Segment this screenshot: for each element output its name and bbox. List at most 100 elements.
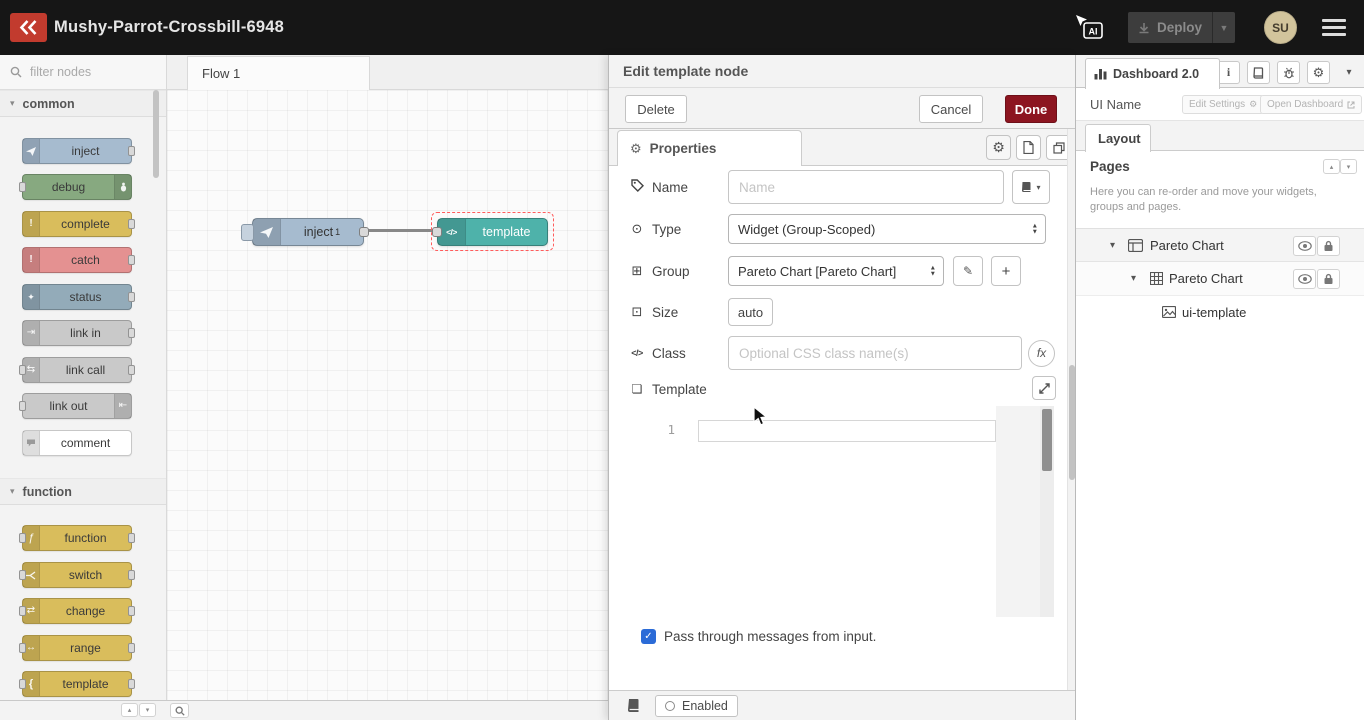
flow-canvas[interactable]: Flow 1 inject 1 </> template bbox=[167, 55, 608, 700]
search-flows-button[interactable] bbox=[170, 703, 189, 718]
visibility-button[interactable] bbox=[1293, 236, 1316, 256]
library-button[interactable]: ▾ bbox=[1012, 170, 1050, 204]
bug-report-button[interactable] bbox=[1277, 61, 1300, 84]
edit-properties-pane-button[interactable]: ⚙ bbox=[986, 135, 1011, 160]
move-down-button[interactable]: ▾ bbox=[1340, 159, 1357, 174]
chevron-down-icon[interactable]: ▾ bbox=[1131, 273, 1136, 284]
line-number: 1 bbox=[633, 422, 675, 437]
edit-settings-button[interactable]: Edit Settings ⚙ bbox=[1182, 95, 1264, 114]
visibility-button[interactable] bbox=[1293, 269, 1316, 289]
palette-search[interactable]: filter nodes bbox=[0, 55, 166, 90]
deploy-dropdown-icon[interactable]: ▼ bbox=[1213, 23, 1235, 33]
open-dashboard-button[interactable]: Open Dashboard bbox=[1260, 95, 1362, 114]
input-port bbox=[19, 679, 26, 689]
tab-properties[interactable]: ⚙ Properties bbox=[617, 130, 802, 166]
output-port bbox=[128, 365, 135, 375]
canvas-node-inject[interactable]: inject 1 bbox=[252, 218, 364, 246]
lock-button[interactable] bbox=[1317, 236, 1340, 256]
palette-node-status[interactable]: ✦ status bbox=[22, 284, 132, 310]
tree-item-widget[interactable]: ui-template bbox=[1076, 296, 1364, 330]
palette-category-function[interactable]: ▾ function bbox=[0, 478, 166, 505]
user-avatar[interactable]: SU bbox=[1264, 11, 1297, 44]
tray-scrollbar-thumb[interactable] bbox=[1069, 365, 1075, 480]
move-up-button[interactable]: ▴ bbox=[1323, 159, 1340, 174]
palette-node-switch[interactable]: switch bbox=[22, 562, 132, 588]
palette-node-link-in[interactable]: ⇥ link in bbox=[22, 320, 132, 346]
edit-group-button[interactable]: ✎ bbox=[953, 256, 983, 286]
wire[interactable] bbox=[366, 229, 434, 232]
palette-node-inject[interactable]: inject bbox=[22, 138, 132, 164]
hamburger-menu-icon[interactable] bbox=[1322, 19, 1346, 36]
palette-collapse-button[interactable]: ▴ bbox=[121, 703, 138, 717]
palette-node-debug[interactable]: debug bbox=[22, 174, 132, 200]
done-button[interactable]: Done bbox=[1005, 95, 1057, 123]
palette-node-catch[interactable]: ! catch bbox=[22, 247, 132, 273]
link-out-icon: ⇤ bbox=[114, 394, 131, 418]
sidebar-menu-caret[interactable]: ▾ bbox=[1338, 61, 1360, 84]
palette-scrollbar[interactable] bbox=[153, 90, 159, 178]
class-input[interactable] bbox=[728, 336, 1022, 370]
field-row-size: ⊡ Size auto bbox=[629, 298, 1069, 326]
palette-node-comment[interactable]: comment bbox=[22, 430, 132, 456]
palette-category-common[interactable]: ▾ common bbox=[0, 90, 166, 117]
palette-node-change[interactable]: ⇄ change bbox=[22, 598, 132, 624]
editor-scrollbar[interactable] bbox=[1040, 406, 1054, 617]
canvas-grid[interactable]: inject 1 </> template bbox=[167, 90, 608, 700]
add-group-button[interactable]: + bbox=[991, 256, 1021, 286]
tab-layout[interactable]: Layout bbox=[1085, 124, 1151, 152]
header: Mushy-Parrot-Crossbill-6948 AI Deploy ▼ … bbox=[0, 0, 1364, 55]
output-port[interactable] bbox=[359, 227, 369, 237]
type-select[interactable]: Widget (Group-Scoped) ▲▼ bbox=[728, 214, 1046, 244]
palette-node-range[interactable]: ↔ range bbox=[22, 635, 132, 661]
palette-node-function[interactable]: ƒ function bbox=[22, 525, 132, 551]
deploy-button[interactable]: Deploy ▼ bbox=[1128, 12, 1235, 43]
expand-editor-button[interactable] bbox=[1032, 376, 1056, 400]
tree-item-group[interactable]: ▾ Pareto Chart bbox=[1076, 262, 1364, 296]
chevron-down-icon: ▾ bbox=[10, 486, 15, 497]
palette-node-template[interactable]: { template bbox=[22, 671, 132, 697]
node-library-button[interactable] bbox=[627, 698, 640, 716]
size-button[interactable]: auto bbox=[728, 298, 773, 326]
output-port bbox=[128, 643, 135, 653]
code-editor[interactable]: 1 bbox=[633, 406, 1054, 617]
canvas-node-template[interactable]: </> template bbox=[437, 218, 548, 246]
enabled-toggle-button[interactable]: Enabled bbox=[655, 695, 738, 717]
passthrough-checkbox[interactable]: ✓ bbox=[641, 629, 656, 644]
gear-icon: ⚙ bbox=[1249, 99, 1257, 110]
input-port[interactable] bbox=[432, 227, 442, 237]
group-select[interactable]: Pareto Chart [Pareto Chart] ▲▼ bbox=[728, 256, 944, 286]
editor-scrollbar-thumb[interactable] bbox=[1042, 409, 1052, 471]
code-icon: </> bbox=[438, 219, 466, 245]
node-palette: filter nodes ▾ common inject debug ! com… bbox=[0, 55, 167, 700]
palette-node-link-out[interactable]: ⇤ link out bbox=[22, 393, 132, 419]
chevron-down-icon[interactable]: ▾ bbox=[1110, 240, 1115, 251]
search-icon bbox=[10, 66, 22, 78]
palette-node-complete[interactable]: ! complete bbox=[22, 211, 132, 237]
info-button[interactable]: i bbox=[1217, 61, 1240, 84]
field-row-class: </> Class fx bbox=[629, 336, 1069, 370]
settings-button[interactable]: ⚙ bbox=[1307, 61, 1330, 84]
palette-expand-button[interactable]: ▾ bbox=[139, 703, 156, 717]
node-red-logo-icon[interactable] bbox=[10, 13, 47, 42]
chevron-down-icon: ▾ bbox=[1346, 67, 1351, 78]
ai-assistant-icon[interactable]: AI bbox=[1072, 13, 1106, 43]
gear-icon: ⚙ bbox=[1313, 65, 1325, 81]
info-icon: i bbox=[1227, 65, 1230, 80]
palette-node-link-call[interactable]: ⇆ link call bbox=[22, 357, 132, 383]
eye-icon bbox=[1298, 274, 1312, 284]
inject-button[interactable] bbox=[241, 224, 254, 241]
select-arrows-icon: ▲▼ bbox=[930, 266, 936, 277]
name-input[interactable] bbox=[728, 170, 1004, 204]
delete-button[interactable]: Delete bbox=[625, 95, 687, 123]
description-pane-button[interactable] bbox=[1016, 135, 1041, 160]
tree-item-page[interactable]: ▾ Pareto Chart bbox=[1076, 228, 1364, 262]
tab-dashboard[interactable]: Dashboard 2.0 bbox=[1085, 58, 1220, 89]
enabled-label: Enabled bbox=[682, 699, 728, 713]
category-label: common bbox=[23, 97, 75, 111]
lock-button[interactable] bbox=[1317, 269, 1340, 289]
tab-flow-1[interactable]: Flow 1 bbox=[187, 56, 370, 90]
output-port bbox=[128, 328, 135, 338]
docs-button[interactable] bbox=[1247, 61, 1270, 84]
fx-button[interactable]: fx bbox=[1028, 340, 1055, 367]
cancel-button[interactable]: Cancel bbox=[919, 95, 983, 123]
